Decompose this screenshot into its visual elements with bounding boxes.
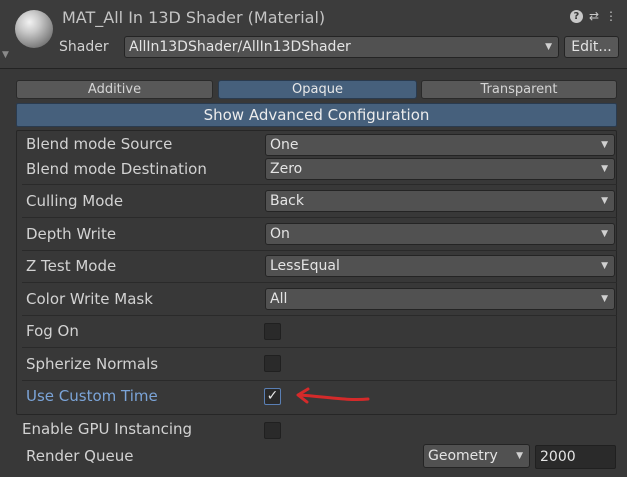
- dropdown-arrow-icon: ▼: [601, 196, 608, 206]
- depth-write-value: On: [270, 226, 290, 242]
- color-mask-dropdown[interactable]: All ▼: [265, 288, 615, 310]
- gpu-instancing-checkbox[interactable]: [264, 422, 281, 439]
- blend-src-value: One: [270, 137, 299, 153]
- separator: [22, 217, 617, 218]
- dropdown-arrow-icon: ▼: [545, 42, 552, 52]
- fog-on-label: Fog On: [26, 322, 79, 340]
- material-title: MAT_All In 13D Shader (Material): [62, 8, 326, 27]
- settings-sliders-icon[interactable]: ⇄: [589, 9, 599, 23]
- blend-dst-label: Blend mode Destination: [26, 160, 207, 178]
- ztest-value: LessEqual: [270, 258, 340, 274]
- material-header: ▼ MAT_All In 13D Shader (Material) ? ⇄ ⋮…: [0, 0, 627, 69]
- shader-label: Shader: [59, 39, 109, 55]
- separator: [22, 250, 617, 251]
- separator: [22, 282, 617, 283]
- color-mask-label: Color Write Mask: [26, 290, 153, 308]
- collapse-arrow-icon[interactable]: ▼: [2, 50, 9, 60]
- spherize-label: Spherize Normals: [26, 355, 159, 373]
- color-mask-value: All: [270, 291, 288, 307]
- more-icon[interactable]: ⋮: [605, 9, 617, 23]
- blend-src-dropdown[interactable]: One ▼: [265, 134, 615, 156]
- mode-transparent-button[interactable]: Transparent: [421, 80, 617, 99]
- dropdown-arrow-icon: ▼: [516, 451, 523, 461]
- custom-time-label: Use Custom Time: [26, 387, 158, 405]
- mode-additive-button[interactable]: Additive: [16, 80, 213, 99]
- blend-src-label: Blend mode Source: [26, 135, 173, 153]
- dropdown-arrow-icon: ▼: [601, 140, 608, 150]
- dropdown-arrow-icon: ▼: [601, 294, 608, 304]
- ztest-dropdown[interactable]: LessEqual ▼: [265, 255, 615, 277]
- dropdown-arrow-icon: ▼: [601, 261, 608, 271]
- shader-dropdown[interactable]: AllIn13DShader/AllIn13DShader ▼: [124, 36, 559, 58]
- culling-dropdown[interactable]: Back ▼: [265, 190, 615, 212]
- render-queue-option: Geometry: [428, 448, 498, 464]
- edit-shader-button[interactable]: Edit...: [564, 36, 619, 58]
- dropdown-arrow-icon: ▼: [601, 164, 608, 174]
- shader-dropdown-value: AllIn13DShader/AllIn13DShader: [129, 39, 351, 55]
- material-preview-sphere-icon: [15, 10, 53, 48]
- help-icon[interactable]: ?: [569, 9, 583, 23]
- ztest-label: Z Test Mode: [26, 257, 117, 275]
- separator: [22, 315, 617, 316]
- custom-time-checkbox[interactable]: ✓: [264, 388, 281, 405]
- blend-dst-dropdown[interactable]: Zero ▼: [265, 158, 615, 180]
- red-arrow-annotation: [296, 387, 370, 404]
- separator: [22, 380, 617, 381]
- checkmark-icon: ✓: [266, 388, 279, 404]
- fog-on-checkbox[interactable]: [264, 323, 281, 340]
- show-advanced-configuration-button[interactable]: Show Advanced Configuration: [16, 103, 617, 127]
- blend-dst-value: Zero: [270, 161, 303, 177]
- separator: [22, 184, 617, 185]
- separator: [22, 347, 617, 348]
- depth-write-label: Depth Write: [26, 225, 117, 243]
- gpu-instancing-label: Enable GPU Instancing: [22, 420, 193, 438]
- depth-write-dropdown[interactable]: On ▼: [265, 223, 615, 245]
- culling-value: Back: [270, 193, 304, 209]
- render-queue-input[interactable]: 2000: [535, 445, 616, 469]
- header-icons: ? ⇄ ⋮: [569, 9, 617, 23]
- culling-label: Culling Mode: [26, 192, 124, 210]
- mode-opaque-button[interactable]: Opaque: [218, 80, 417, 99]
- spherize-checkbox[interactable]: [264, 355, 281, 372]
- render-queue-label: Render Queue: [26, 447, 134, 465]
- render-queue-dropdown[interactable]: Geometry ▼: [423, 444, 530, 468]
- render-mode-selector: Additive Opaque Transparent: [16, 80, 617, 99]
- dropdown-arrow-icon: ▼: [601, 229, 608, 239]
